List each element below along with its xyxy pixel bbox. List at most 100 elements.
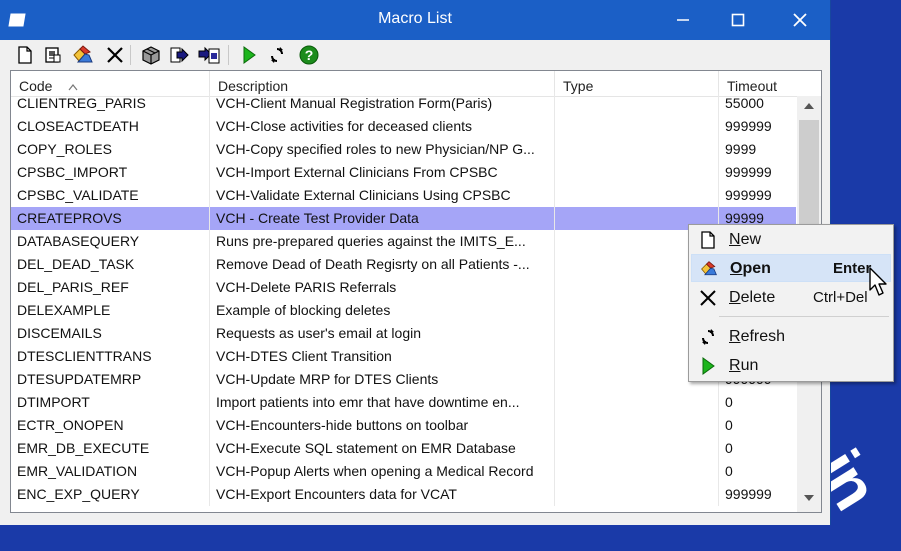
cell-code: ENC_EXP_QUERY xyxy=(11,483,210,506)
menu-item-open[interactable]: Open Enter xyxy=(691,254,891,282)
table-row[interactable]: DISCEMAILS Requests as user's email at lo… xyxy=(11,322,796,345)
scroll-down-button[interactable] xyxy=(797,488,821,508)
new-document-icon xyxy=(18,46,32,64)
menu-item-refresh[interactable]: Refresh xyxy=(691,323,891,351)
refresh-icon xyxy=(271,47,283,63)
toolbar-import-button[interactable] xyxy=(198,44,220,66)
context-menu: New Open Enter Delete Ctrl+Del Refresh R… xyxy=(688,224,894,382)
table-row[interactable]: DATABASEQUERY Runs pre-prepared queries a… xyxy=(11,230,796,253)
cell-code: EMR_DB_EXECUTE xyxy=(11,437,210,460)
cell-timeout: 0 xyxy=(725,463,733,479)
table-row[interactable]: ENC_EXP_QUERY VCH-Export Encounters data … xyxy=(11,483,796,506)
cell-timeout: 999999 xyxy=(725,118,772,134)
toolbar-properties-button[interactable] xyxy=(42,44,64,66)
menu-item-new[interactable]: New xyxy=(691,226,891,254)
cell-description: VCH-Update MRP for DTES Clients xyxy=(210,368,555,391)
table-row[interactable]: CPSBC_IMPORT VCH-Import External Clinicia… xyxy=(11,161,796,184)
cell-code: ECTR_ONOPEN xyxy=(11,414,210,437)
close-button[interactable] xyxy=(777,0,823,40)
table-row[interactable]: DTIMPORT Import patients into emr that ha… xyxy=(11,391,796,414)
delete-icon xyxy=(107,47,123,63)
minimize-button[interactable] xyxy=(660,0,706,40)
cell-code: CLIENTREG_PARIS xyxy=(11,92,210,115)
table-row[interactable]: DEL_PARIS_REF VCH-Delete PARIS Referrals xyxy=(11,276,796,299)
cell-code: CREATEPROVS xyxy=(11,207,210,230)
toolbar-export-button[interactable] xyxy=(168,44,190,66)
cell-type xyxy=(555,92,719,115)
properties-icon xyxy=(45,47,61,63)
cell-code: CPSBC_IMPORT xyxy=(11,161,210,184)
toolbar-box-button[interactable] xyxy=(140,44,162,66)
cell-code: EMR_VALIDATION xyxy=(11,460,210,483)
cell-timeout: 999999 xyxy=(725,486,772,502)
table-row[interactable]: EMR_VALIDATION VCH-Popup Alerts when open… xyxy=(11,460,796,483)
cell-description: VCH-Export Encounters data for VCAT xyxy=(210,483,555,506)
cell-type xyxy=(555,460,719,483)
toolbar-separator xyxy=(130,45,131,65)
menu-item-shortcut: Ctrl+Del xyxy=(813,289,868,306)
toolbar-refresh-button[interactable] xyxy=(266,44,288,66)
box-icon xyxy=(142,46,160,65)
refresh-icon xyxy=(702,329,714,345)
table-row[interactable]: DEL_DEAD_TASK Remove Dead of Death Regisr… xyxy=(11,253,796,276)
new-document-icon xyxy=(701,231,715,249)
cell-description: VCH-Execute SQL statement on EMR Databas… xyxy=(210,437,555,460)
cell-timeout: 999999 xyxy=(725,164,772,180)
minimize-icon xyxy=(677,19,689,21)
table-row[interactable]: DTESCLIENTTRANS VCH-DTES Client Transitio… xyxy=(11,345,796,368)
table-row[interactable]: EMR_DB_EXECUTE VCH-Execute SQL statement … xyxy=(11,437,796,460)
scroll-up-icon xyxy=(804,103,814,109)
table-row[interactable]: CLOSEACTDEATH VCH-Close activities for de… xyxy=(11,115,796,138)
table-row[interactable]: COPY_ROLES VCH-Copy specified roles to ne… xyxy=(11,138,796,161)
toolbar-delete-button[interactable] xyxy=(104,44,126,66)
cell-timeout: 9999 xyxy=(725,141,757,157)
sort-ascending-icon xyxy=(68,84,78,91)
cell-description: VCH-Popup Alerts when opening a Medical … xyxy=(210,460,555,483)
maximize-button[interactable] xyxy=(715,0,761,40)
close-icon xyxy=(793,13,807,27)
cell-description: Requests as user's email at login xyxy=(210,322,555,345)
cell-code: DATABASEQUERY xyxy=(11,230,210,253)
menu-item-label: New xyxy=(729,231,762,248)
table-row[interactable]: CPSBC_VALIDATE VCH-Validate External Clin… xyxy=(11,184,796,207)
cell-type xyxy=(555,414,719,437)
scroll-up-button[interactable] xyxy=(797,96,821,116)
open-icon xyxy=(73,45,93,63)
cell-type xyxy=(555,437,719,460)
menu-item-run[interactable]: Run xyxy=(691,352,891,380)
toolbar: ? xyxy=(0,40,830,70)
title-bar[interactable]: Macro List xyxy=(0,0,830,40)
table-row[interactable]: CREATEPROVS VCH - Create Test Provider Da… xyxy=(11,207,796,230)
table-row[interactable]: DTESUPDATEMRP VCH-Update MRP for DTES Cli… xyxy=(11,368,796,391)
cell-description: VCH-Import External Clinicians From CPSB… xyxy=(210,161,555,184)
cell-code: DEL_PARIS_REF xyxy=(11,276,210,299)
cell-code: COPY_ROLES xyxy=(11,138,210,161)
toolbar-open-button[interactable] xyxy=(72,44,94,66)
cell-type xyxy=(555,483,719,506)
toolbar-help-button[interactable]: ? xyxy=(298,44,320,66)
table-row[interactable]: DELEXAMPLE Example of blocking deletes xyxy=(11,299,796,322)
cell-description: VCH-Delete PARIS Referrals xyxy=(210,276,555,299)
cell-description: Remove Dead of Death Regisrty on all Pat… xyxy=(210,253,555,276)
cell-timeout: 0 xyxy=(725,417,733,433)
cell-description: VCH-Encounters-hide buttons on toolbar xyxy=(210,414,555,437)
cell-timeout: 0 xyxy=(725,394,733,410)
import-icon xyxy=(198,46,220,64)
menu-item-delete[interactable]: Delete Ctrl+Del xyxy=(691,284,891,312)
cell-code: DELEXAMPLE xyxy=(11,299,210,322)
cell-code: DISCEMAILS xyxy=(11,322,210,345)
table-row[interactable]: CLIENTREG_PARIS VCH-Client Manual Registr… xyxy=(11,92,796,115)
cell-description: VCH-Client Manual Registration Form(Pari… xyxy=(210,92,555,115)
menu-separator xyxy=(719,316,889,317)
table-row[interactable]: ECTR_ONOPEN VCH-Encounters-hide buttons o… xyxy=(11,414,796,437)
mouse-cursor-icon xyxy=(869,267,887,296)
menu-item-label: Delete xyxy=(729,289,776,306)
cell-code: DEL_DEAD_TASK xyxy=(11,253,210,276)
cell-type xyxy=(555,391,719,414)
toolbar-new-button[interactable] xyxy=(14,44,36,66)
run-icon xyxy=(243,46,256,64)
toolbar-run-button[interactable] xyxy=(238,44,260,66)
cell-code: DTIMPORT xyxy=(11,391,210,414)
cell-code: DTESUPDATEMRP xyxy=(11,368,210,391)
scroll-down-icon xyxy=(804,495,814,501)
